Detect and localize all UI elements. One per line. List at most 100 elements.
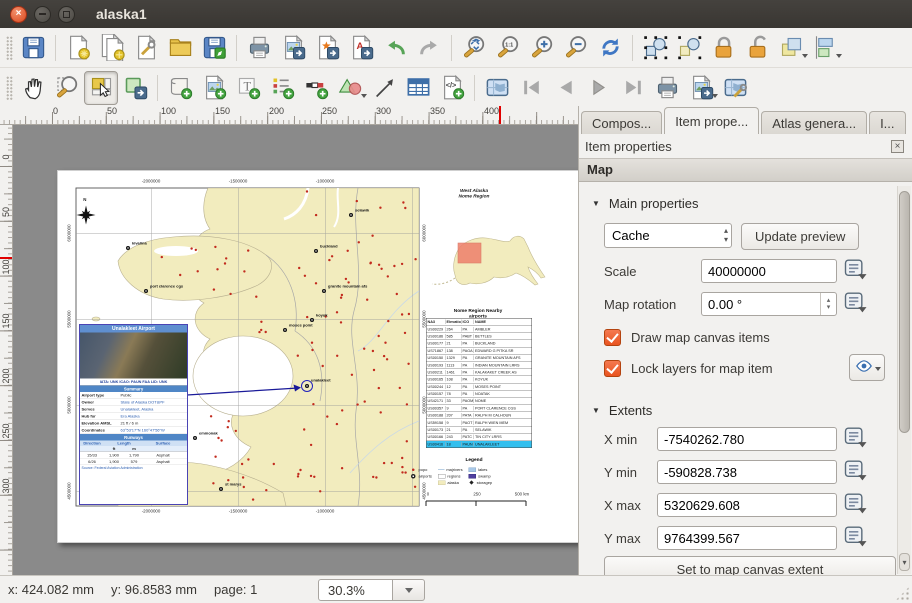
table-row: US002111461PAKALAKAKET CREEK AS — [427, 368, 532, 375]
dropdown-caret-icon — [875, 367, 881, 374]
toolbar-drag-handle[interactable] — [6, 76, 13, 100]
zoom-value-input[interactable]: 30.3% — [318, 579, 393, 601]
atlas-preview-button[interactable] — [480, 71, 514, 105]
print-button[interactable] — [242, 31, 276, 65]
data-defined-extent-button[interactable] — [842, 427, 870, 451]
window-minimize-button[interactable] — [34, 6, 51, 23]
add-legend-button[interactable] — [265, 71, 299, 105]
zoom-full-button[interactable] — [457, 31, 491, 65]
add-arrow-button[interactable] — [367, 71, 401, 105]
add-attribute-table-button[interactable] — [401, 71, 435, 105]
panel-tab[interactable]: I... — [869, 111, 905, 134]
export-pdf-button[interactable]: A — [344, 31, 378, 65]
refresh-view-button[interactable] — [593, 31, 627, 65]
atlas-first-feature-button[interactable] — [514, 71, 548, 105]
deselect-all-button[interactable] — [672, 31, 706, 65]
extent-input[interactable]: 9764399.567 — [657, 526, 837, 550]
pan-tool-button[interactable] — [16, 71, 50, 105]
legend-swatch — [438, 469, 445, 470]
scale-input[interactable]: 40000000 — [701, 259, 837, 283]
select-move-item-button[interactable] — [84, 71, 118, 105]
unlock-items-button[interactable] — [740, 31, 774, 65]
add-scalebar-button[interactable] — [299, 71, 333, 105]
zoom-tool-button[interactable] — [50, 71, 84, 105]
panel-scrollbar[interactable]: ▾ — [897, 186, 911, 574]
add-shape-button[interactable] — [333, 71, 367, 105]
select-all-items-button[interactable] — [638, 31, 672, 65]
toolbar-drag-handle[interactable] — [6, 36, 13, 60]
zoom-actual-size-button[interactable]: 1:1 — [491, 31, 525, 65]
add-label-button[interactable]: T — [231, 71, 265, 105]
pan-hand-icon — [20, 74, 47, 101]
load-from-template-button[interactable] — [163, 31, 197, 65]
cache-combobox[interactable]: Cache ▴▾ — [604, 223, 732, 248]
extent-input[interactable]: -7540262.780 — [657, 427, 837, 451]
zoom-out-button[interactable] — [559, 31, 593, 65]
data-defined-extent-button[interactable] — [842, 526, 870, 550]
window-close-button[interactable]: × — [10, 6, 27, 23]
data-defined-extent-button[interactable] — [842, 493, 870, 517]
rotation-spinbox[interactable]: 0.00 °▴▾ — [701, 292, 837, 316]
export-image-icon — [280, 34, 307, 61]
duplicate-composition-button[interactable] — [95, 31, 129, 65]
add-html-frame-button[interactable]: </> — [435, 71, 469, 105]
data-defined-extent-button[interactable] — [842, 460, 870, 484]
redo-button[interactable] — [412, 31, 446, 65]
cursor-x-readout: x: 424.082 mm — [8, 582, 94, 597]
composition-manager-button[interactable] — [129, 31, 163, 65]
main-properties-section[interactable]: ▼ Main properties — [592, 196, 897, 211]
scrollbar-down-arrow[interactable]: ▾ — [899, 553, 910, 571]
zoom-in-button[interactable] — [525, 31, 559, 65]
undo-button[interactable] — [378, 31, 412, 65]
table-row: US0017321PASELAWIK — [427, 426, 532, 433]
raise-items-button[interactable] — [774, 31, 808, 65]
new-composition-button[interactable] — [61, 31, 95, 65]
atlas-next-feature-button[interactable] — [582, 71, 616, 105]
zoom-dropdown-button[interactable] — [393, 579, 425, 601]
export-atlas-button[interactable] — [684, 71, 718, 105]
export-svg-button[interactable] — [310, 31, 344, 65]
panel-tab[interactable]: Compos... — [581, 111, 662, 134]
lock-layers-checkbox[interactable] — [604, 360, 621, 377]
info-field-row: Hub forEra Alaska — [80, 413, 187, 420]
update-preview-button[interactable]: Update preview — [741, 223, 859, 250]
legend-item: popo — [410, 467, 432, 472]
legend-swatch — [469, 467, 477, 472]
atlas-prev-feature-button[interactable] — [548, 71, 582, 105]
spinbox-arrows-icon[interactable]: ▴▾ — [820, 293, 836, 315]
extents-section[interactable]: ▼ Extents — [592, 403, 897, 418]
scrollbar-thumb[interactable] — [899, 191, 910, 433]
zoom-combobox[interactable]: 30.3% — [318, 579, 425, 601]
window-maximize-button[interactable] — [58, 6, 75, 23]
add-image-button[interactable] — [197, 71, 231, 105]
set-to-map-canvas-extent-button[interactable]: Set to map canvas extent — [604, 556, 896, 575]
draw-canvas-items-checkbox[interactable] — [604, 329, 621, 346]
panel-close-icon[interactable]: × — [891, 140, 904, 153]
composer-canvas[interactable]: -2000000-1500000-1000000 -2000000-150000… — [12, 124, 578, 575]
add-map-button[interactable] — [163, 71, 197, 105]
undo-icon — [382, 34, 409, 61]
data-defined-scale-button[interactable] — [842, 259, 870, 283]
save-as-template-button[interactable] — [197, 31, 231, 65]
atlas-settings-button[interactable] — [718, 71, 752, 105]
export-image-button[interactable] — [276, 31, 310, 65]
composer-side-panel: Compos...Item prope...Atlas genera...I..… — [578, 106, 912, 575]
lock-items-button[interactable] — [706, 31, 740, 65]
panel-tab[interactable]: Atlas genera... — [761, 111, 867, 134]
save-project-button[interactable] — [16, 31, 50, 65]
combobox-spinner-icon[interactable]: ▴▾ — [724, 226, 728, 244]
move-item-content-button[interactable] — [118, 71, 152, 105]
airport-codes: IATA: UNK ICAO: PAUN FAA LID: UNK — [80, 379, 187, 386]
composition-paper[interactable]: -2000000-1500000-1000000 -2000000-150000… — [57, 170, 578, 543]
collapse-triangle-icon: ▼ — [592, 406, 600, 415]
extent-input[interactable]: 5320629.608 — [657, 493, 837, 517]
table-row: US001931113PAINDIAN MOUNTAIN LRRS — [427, 361, 532, 368]
print-atlas-button[interactable] — [650, 71, 684, 105]
visible-layers-button[interactable] — [849, 354, 885, 381]
data-defined-rotation-button[interactable] — [842, 292, 870, 316]
window-resize-grip[interactable] — [895, 586, 910, 601]
extent-input[interactable]: -590828.738 — [657, 460, 837, 484]
panel-tab[interactable]: Item prope... — [664, 107, 759, 134]
atlas-last-feature-button[interactable] — [616, 71, 650, 105]
align-items-button[interactable] — [808, 31, 842, 65]
